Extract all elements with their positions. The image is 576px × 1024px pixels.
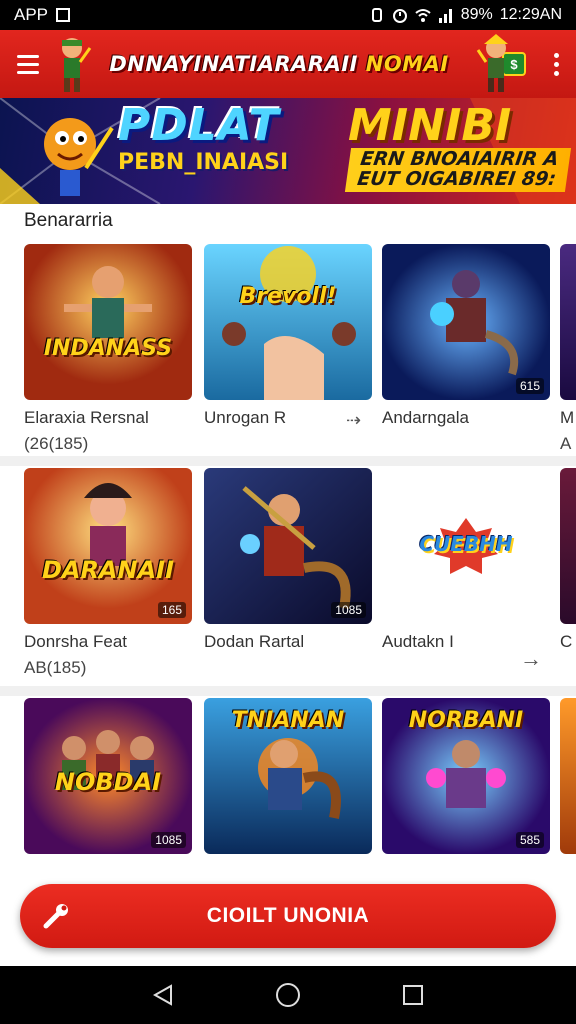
arrow-right-icon[interactable]: → <box>520 646 542 672</box>
app-screen: APP 89% 12:29AN DNNAYINATIARARAII NOMAI … <box>0 0 576 1024</box>
battery-level: 89% <box>460 6 493 23</box>
banner-title-left: PDLAT <box>118 100 280 151</box>
game-card[interactable]: 615 Andarngala <box>382 244 550 428</box>
game-card[interactable]: TNIANAN <box>204 698 372 854</box>
game-card-partial[interactable]: M A <box>560 244 576 454</box>
game-logo: NORBANI <box>408 708 524 733</box>
app-title: DNNAYINATIARARAII NOMAI <box>56 52 502 76</box>
game-thumbnail[interactable]: INDANASS <box>24 244 192 400</box>
game-badge: 585 <box>515 832 544 848</box>
game-badge: 165 <box>157 602 186 618</box>
game-badge: 1085 <box>331 602 366 618</box>
game-thumbnail[interactable] <box>560 698 576 854</box>
game-badge: 615 <box>515 378 544 394</box>
game-thumbnail[interactable]: 615 <box>382 244 550 400</box>
game-subtitle: (26(185) <box>24 434 89 453</box>
game-thumbnail[interactable]: DARANAII 165 <box>24 468 192 624</box>
game-card[interactable]: INDANASS Elaraxia Rersnal (26(185) <box>24 244 192 454</box>
mascot-right-icon <box>476 34 508 92</box>
wifi-icon <box>415 9 431 22</box>
row-divider <box>0 686 576 696</box>
gallery-icon <box>56 8 71 22</box>
game-title: Elaraxia Rersnal <box>24 408 149 427</box>
game-title: Donrsha Feat <box>24 632 127 651</box>
game-thumbnail[interactable]: CUEBHH <box>382 468 550 624</box>
game-card[interactable]: DARANAII 165 Donrsha Feat AB(185) <box>24 468 192 678</box>
game-card[interactable]: NORBANI 585 <box>382 698 550 854</box>
system-nav-bar <box>0 966 576 1024</box>
app-bar: DNNAYINATIARARAII NOMAI $ <box>0 30 576 98</box>
more-vert-icon[interactable] <box>536 30 576 98</box>
game-card[interactable]: Brevoll! Unrogan R <box>204 244 372 428</box>
game-logo: INDANASS <box>43 336 173 361</box>
game-title: Andarngala <box>382 408 469 427</box>
back-triangle-icon[interactable] <box>145 977 181 1013</box>
game-thumbnail[interactable]: TNIANAN <box>204 698 372 854</box>
status-time: 12:29AN <box>499 6 562 23</box>
game-logo: TNIANAN <box>231 708 345 733</box>
wrench-icon <box>43 904 68 929</box>
status-bar: APP 89% 12:29AN <box>0 0 576 30</box>
game-card-partial[interactable] <box>560 698 576 854</box>
alarm-icon <box>392 9 407 23</box>
status-app-label: APP <box>14 5 49 24</box>
recents-square-icon[interactable] <box>395 977 431 1013</box>
game-subtitle: A <box>560 434 572 453</box>
game-subtitle: AB(185) <box>24 658 87 677</box>
game-title: C <box>560 632 573 651</box>
signal-icon <box>438 9 452 23</box>
vibrate-icon <box>371 8 382 22</box>
game-thumbnail[interactable]: NOBDAI 1085 <box>24 698 192 854</box>
primary-action-label: CIOILT UNONIA <box>206 904 370 927</box>
banner-title-right: MINIBI <box>348 100 512 151</box>
home-circle-icon[interactable] <box>270 977 306 1013</box>
mascot-left-icon <box>62 38 92 92</box>
promo-banner[interactable]: PDLAT MINIBI PEBN_INAIASI ERN BNOAIAIRIR… <box>0 98 576 204</box>
game-card-partial[interactable]: C <box>560 468 576 652</box>
game-thumbnail[interactable] <box>560 244 576 400</box>
game-card[interactable]: CUEBHH Audtakn I <box>382 468 550 652</box>
game-logo: NOBDAI <box>54 768 162 796</box>
cta-bar: CIOILT UNONIA <box>0 870 576 966</box>
game-card[interactable]: NOBDAI 1085 <box>24 698 192 854</box>
app-title-accent: NOMAI <box>365 52 449 76</box>
hamburger-icon[interactable] <box>0 30 56 98</box>
game-logo: CUEBHH <box>419 532 513 556</box>
game-thumbnail[interactable] <box>560 468 576 624</box>
game-thumbnail[interactable]: 1085 <box>204 468 372 624</box>
game-card[interactable]: 1085 Dodan Rartal <box>204 468 372 652</box>
game-badge: 1085 <box>151 832 186 848</box>
banner-promo-text: ERN BNOAIAIRIR A EUT OIGABIREI 89: <box>344 148 572 192</box>
game-logo: Brevoll! <box>239 284 337 309</box>
game-logo: DARANAII <box>41 556 175 584</box>
row-divider <box>0 456 576 466</box>
game-title: Dodan Rartal <box>204 632 305 651</box>
banner-subtitle: PEBN_INAIASI <box>118 150 289 175</box>
primary-action-button[interactable]: CIOILT UNONIA <box>20 884 556 948</box>
section-title: Benararria <box>24 210 113 231</box>
arrow-right-icon[interactable]: ⇢ <box>346 410 361 431</box>
game-title: M <box>560 408 575 427</box>
app-title-main: DNNAYINATIARARAII <box>109 52 358 76</box>
game-thumbnail[interactable]: NORBANI 585 <box>382 698 550 854</box>
game-thumbnail[interactable]: Brevoll! <box>204 244 372 400</box>
